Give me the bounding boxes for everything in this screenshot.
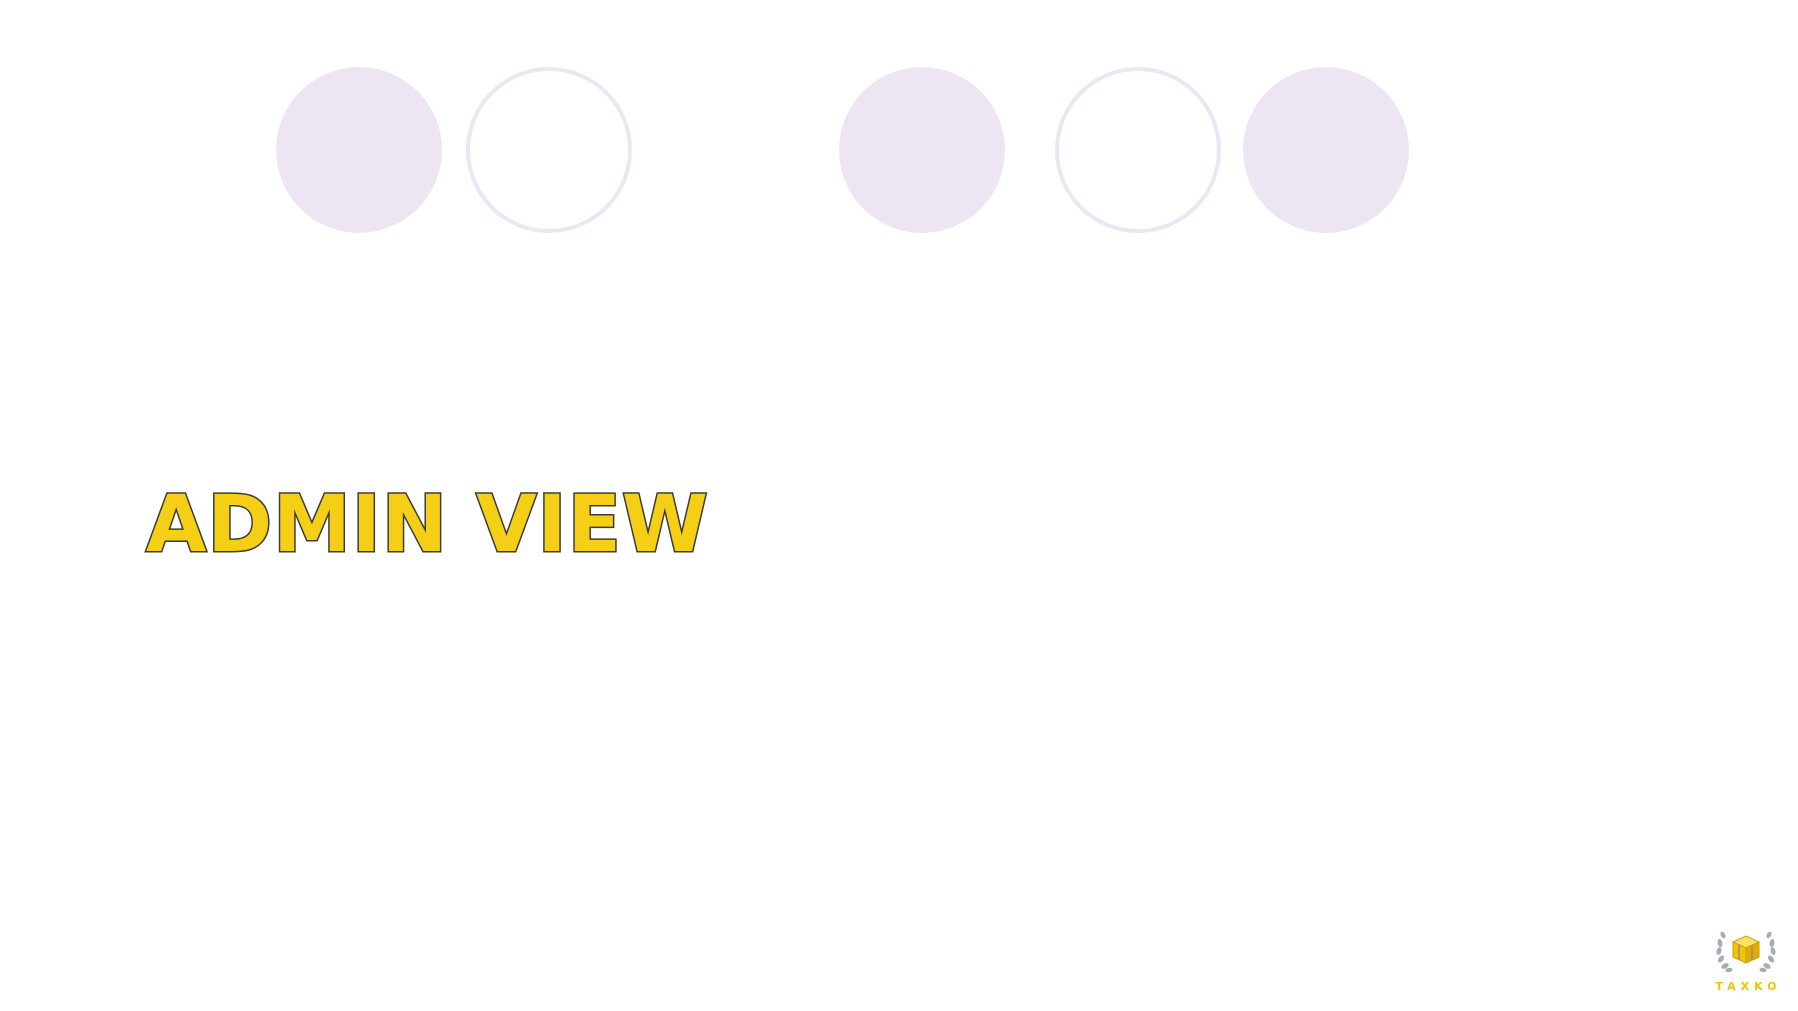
decorative-dot-filled — [276, 67, 442, 233]
decorative-dot-outline — [466, 67, 632, 233]
slide-title: ADMIN VIEW — [145, 480, 710, 570]
decorative-dot-filled — [839, 67, 1005, 233]
decorative-dot-filled — [1243, 67, 1409, 233]
taxko-logo: TAXKO — [1706, 922, 1786, 1000]
logo-wordmark: TAXKO — [1715, 980, 1782, 993]
decorative-dot-outline — [1055, 67, 1221, 233]
laurel-box-icon — [1716, 931, 1776, 973]
